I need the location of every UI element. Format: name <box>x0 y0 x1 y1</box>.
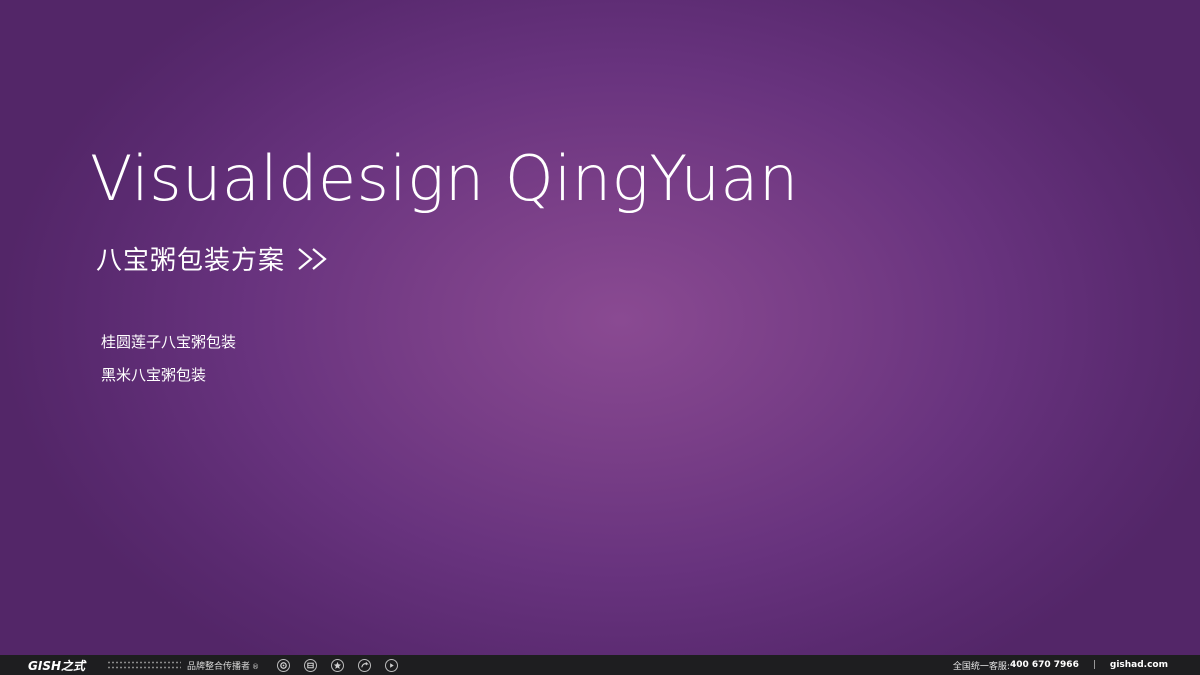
subtitle-row: 八宝粥包装方案 <box>96 240 333 277</box>
dotted-divider <box>107 660 182 670</box>
brand-slogan: 品牌整合传播者 ® <box>187 659 259 672</box>
footer-contact: 全国统一客服: 400 670 7966 | gishad.com <box>953 655 1168 675</box>
star-icon[interactable] <box>331 658 345 672</box>
refresh-icon[interactable] <box>277 658 291 672</box>
share-icon[interactable] <box>358 658 372 672</box>
double-chevron-right-icon <box>295 244 333 274</box>
hotline-number[interactable]: 400 670 7966 <box>1010 660 1079 670</box>
brand-logo[interactable]: GISH之式 <box>28 657 85 674</box>
footer-bar: GISH之式 品牌整合传播者 ® 全国统一客服: 400 670 7966 | g… <box>0 655 1200 675</box>
slide-subtitle: 八宝粥包装方案 <box>96 246 286 276</box>
website-link[interactable]: gishad.com <box>1110 660 1168 670</box>
slogan-text: 品牌整合传播者 <box>187 661 251 672</box>
grid-icon[interactable] <box>304 658 318 672</box>
registered-mark: ® <box>252 662 260 671</box>
list-item[interactable]: 桂圆莲子八宝粥包装 <box>101 330 236 363</box>
footer-icon-group <box>277 658 412 672</box>
slide-canvas: Visualdesign QingYuan 八宝粥包装方案 桂圆莲子八宝粥包装 … <box>0 0 1200 655</box>
slide-title: Visualdesign QingYuan <box>90 142 799 215</box>
play-icon[interactable] <box>385 658 399 672</box>
hotline-label: 全国统一客服: <box>952 661 1010 672</box>
item-list: 桂圆莲子八宝粥包装 黑米八宝粥包装 <box>101 330 236 396</box>
list-item[interactable]: 黑米八宝粥包装 <box>101 363 236 396</box>
footer-separator: | <box>1092 660 1096 670</box>
